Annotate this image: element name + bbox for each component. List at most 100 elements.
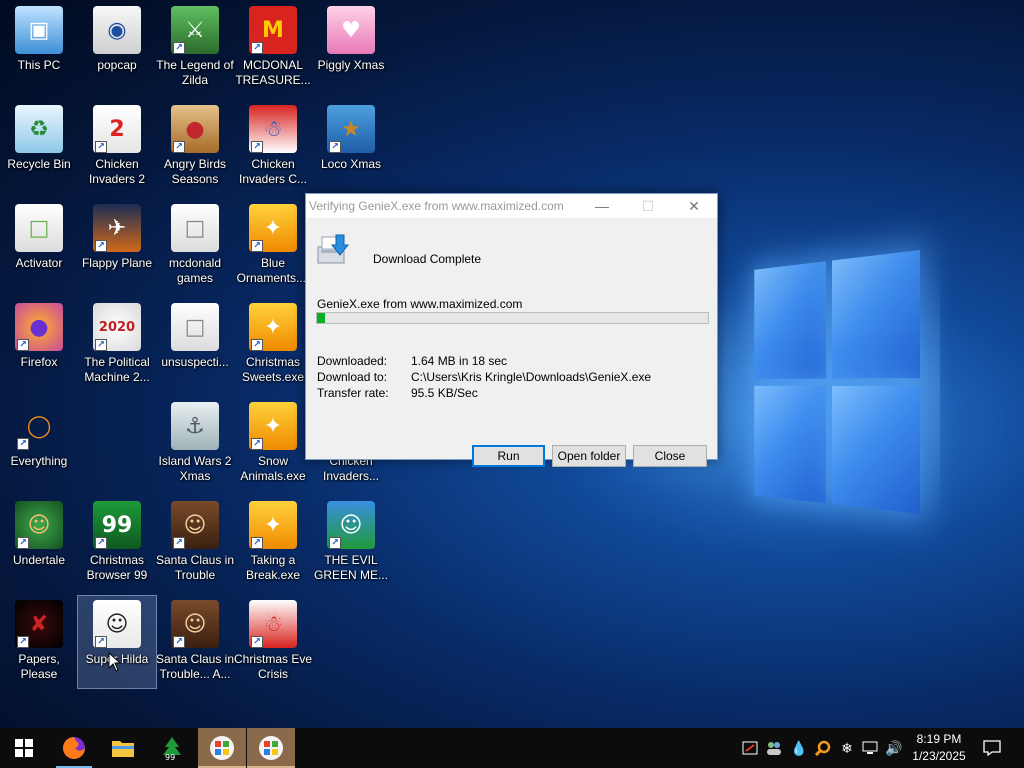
blue-ornaments-icon: ✦ ↗	[249, 204, 297, 252]
desktop-icon-label: mcdonald games	[168, 256, 222, 285]
desktop-icon-taking-a-break[interactable]: ✦ ↗ Taking a Break.exe	[234, 497, 312, 589]
desktop-icon-label: Christmas Eve Crisis	[233, 652, 313, 681]
santa-claus-in-trouble-icon: ☺ ↗	[171, 501, 219, 549]
desktop-icon-label: popcap	[97, 58, 137, 72]
snowflake-icon[interactable]: ❄	[838, 738, 856, 758]
desktop-icon-christmas-browser-99[interactable]: 99 ↗ Christmas Browser 99	[78, 497, 156, 589]
firefox-icon: ● ↗	[15, 303, 63, 351]
drop-icon[interactable]: 💧	[790, 738, 808, 758]
desktop-icon-chicken-invaders-2[interactable]: 2 ↗ Chicken Invaders 2	[78, 101, 156, 193]
shortcut-arrow-icon: ↗	[17, 636, 29, 648]
recycle-bin-icon: ♻	[15, 105, 63, 153]
popcap-icon: ◉	[93, 6, 141, 54]
shortcut-arrow-icon: ↗	[95, 339, 107, 351]
notification-icon[interactable]	[982, 738, 1002, 758]
mouse-cursor-icon	[108, 652, 122, 672]
desktop-icon-santa-claus-in-trouble-a[interactable]: ☺ ↗ Santa Claus in Trouble... A...	[156, 596, 234, 688]
people-icon[interactable]	[765, 738, 783, 758]
desktop-icon-popcap[interactable]: ◉ popcap	[78, 2, 156, 94]
shortcut-arrow-icon: ↗	[173, 636, 185, 648]
security-shield-icon[interactable]	[741, 738, 759, 758]
papers-please-icon: ✘ ↗	[15, 600, 63, 648]
desktop-icon-mcdonal-treasure[interactable]: M ↗ MCDONAL TREASURE...	[234, 2, 312, 94]
download-dialog: Verifying GenieX.exe from www.maximized.…	[305, 193, 718, 467]
open-folder-button[interactable]: Open folder	[552, 445, 626, 467]
taskbar-app-1[interactable]	[198, 728, 246, 768]
shortcut-arrow-icon: ↗	[95, 537, 107, 549]
desktop-icon-recycle-bin[interactable]: ♻ Recycle Bin	[0, 101, 78, 193]
desktop-icon-label: Chicken Invaders C...	[238, 157, 308, 186]
desktop-icon-everything[interactable]: ◯ ↗ Everything	[0, 398, 78, 490]
transfer-rate-row: Transfer rate: 95.5 KB/Sec	[317, 386, 478, 400]
this-pc-icon: ▣	[15, 6, 63, 54]
christmas-sweets-icon: ✦ ↗	[249, 303, 297, 351]
shortcut-arrow-icon: ↗	[251, 537, 263, 549]
clock-date: 1/23/2025	[912, 749, 966, 763]
network-icon[interactable]	[861, 738, 879, 758]
desktop-icon-this-pc[interactable]: ▣ This PC	[0, 2, 78, 94]
desktop-icon-super-hilda[interactable]: ☺ ↗ Super Hilda	[77, 595, 157, 689]
dialog-titlebar[interactable]: Verifying GenieX.exe from www.maximized.…	[306, 194, 717, 218]
desktop-icon-blue-ornaments[interactable]: ✦ ↗ Blue Ornaments....	[234, 200, 312, 292]
desktop-icon-christmas-eve-crisis[interactable]: ☃ ↗ Christmas Eve Crisis	[234, 596, 312, 688]
desktop-icon-label: Firefox	[20, 355, 58, 369]
desktop-icon-political-machine[interactable]: 2020 ↗ The Political Machine 2...	[78, 299, 156, 391]
desktop-icon-the-evil-green-me[interactable]: ☺ ↗ THE EVIL GREEN ME...	[312, 497, 390, 589]
desktop-icon-unsuspecti[interactable]: □ unsuspecti...	[156, 299, 234, 391]
desktop-icon-mcdonald-games[interactable]: □ mcdonald games	[156, 200, 234, 292]
desktop-icon-legend-of-zilda[interactable]: ⚔ ↗ The Legend of Zilda	[156, 2, 234, 94]
minimize-icon[interactable]: —	[579, 194, 625, 218]
desktop-icon-undertale[interactable]: ☺ ↗ Undertale	[0, 497, 78, 589]
close-icon[interactable]: ✕	[671, 194, 717, 218]
taskbar-christmas-browser[interactable]: 99	[148, 728, 196, 768]
search-everything-icon[interactable]	[814, 738, 832, 758]
unsuspecti-icon: □	[171, 303, 219, 351]
desktop-icon-label: THE EVIL GREEN ME...	[313, 553, 388, 582]
mcdonal-treasure-icon: M ↗	[249, 6, 297, 54]
desktop-icon-label: Activator	[15, 256, 63, 270]
maximize-icon[interactable]: ☐	[625, 194, 671, 218]
taskbar-clock[interactable]: 8:19 PM 1/23/2025	[900, 731, 978, 765]
taskbar-firefox[interactable]	[50, 728, 98, 768]
desktop-icon-label: Chicken Invaders 2	[88, 157, 146, 186]
start-button[interactable]	[0, 728, 48, 768]
political-machine-icon: 2020 ↗	[93, 303, 141, 351]
download-icon	[317, 234, 350, 264]
shortcut-arrow-icon: ↗	[173, 537, 185, 549]
windows-xp-logo-icon	[210, 736, 234, 760]
status-text: Download Complete	[373, 252, 482, 266]
desktop-icon-island-wars-2-xmas[interactable]: ⚓ Island Wars 2 Xmas	[156, 398, 234, 490]
close-button[interactable]: Close	[633, 445, 707, 467]
taskbar-file-explorer[interactable]	[99, 728, 147, 768]
desktop-icon-flappy-plane[interactable]: ✈ ↗ Flappy Plane	[78, 200, 156, 292]
desktop-icon-santa-claus-in-trouble[interactable]: ☺ ↗ Santa Claus in Trouble	[156, 497, 234, 589]
taskbar-app-2[interactable]	[247, 728, 295, 768]
desktop-icon-chicken-invaders-c[interactable]: ☃ ↗ Chicken Invaders C...	[234, 101, 312, 193]
snow-animals-icon: ✦ ↗	[249, 402, 297, 450]
shortcut-arrow-icon: ↗	[95, 141, 107, 153]
desktop-icon-snow-animals[interactable]: ✦ ↗ Snow Animals.exe	[234, 398, 312, 490]
shortcut-arrow-icon: ↗	[173, 141, 185, 153]
mcdonald-games-icon: □	[171, 204, 219, 252]
desktop-icon-piggly-xmas[interactable]: ♥ Piggly Xmas	[312, 2, 390, 94]
desktop-icon-label: unsuspecti...	[161, 355, 229, 369]
downloaded-row: Downloaded: 1.64 MB in 18 sec	[317, 354, 507, 368]
desktop-icon-papers-please[interactable]: ✘ ↗ Papers, Please	[0, 596, 78, 688]
the-evil-green-me-icon: ☺ ↗	[327, 501, 375, 549]
chicken-invaders-2-icon: 2 ↗	[93, 105, 141, 153]
run-button[interactable]: Run	[472, 445, 545, 467]
windows-xp-logo-icon	[259, 736, 283, 760]
svg-text:99: 99	[165, 753, 175, 761]
desktop-icon-label: Piggly Xmas	[317, 58, 385, 72]
desktop-icon-loco-xmas[interactable]: ★ ↗ Loco Xmas	[312, 101, 390, 193]
desktop-icon-angry-birds-seasons[interactable]: ● ↗ Angry Birds Seasons	[156, 101, 234, 193]
shortcut-arrow-icon: ↗	[251, 438, 263, 450]
desktop-icon-firefox[interactable]: ● ↗ Firefox	[0, 299, 78, 391]
shortcut-arrow-icon: ↗	[95, 240, 107, 252]
desktop-icon-label: Recycle Bin	[7, 157, 71, 171]
desktop-icon-activator[interactable]: □ Activator	[0, 200, 78, 292]
desktop-icon-label: The Legend of Zilda	[156, 58, 234, 87]
windows-logo-wallpaper	[754, 250, 920, 520]
desktop-icon-christmas-sweets[interactable]: ✦ ↗ Christmas Sweets.exe	[234, 299, 312, 391]
undertale-icon: ☺ ↗	[15, 501, 63, 549]
